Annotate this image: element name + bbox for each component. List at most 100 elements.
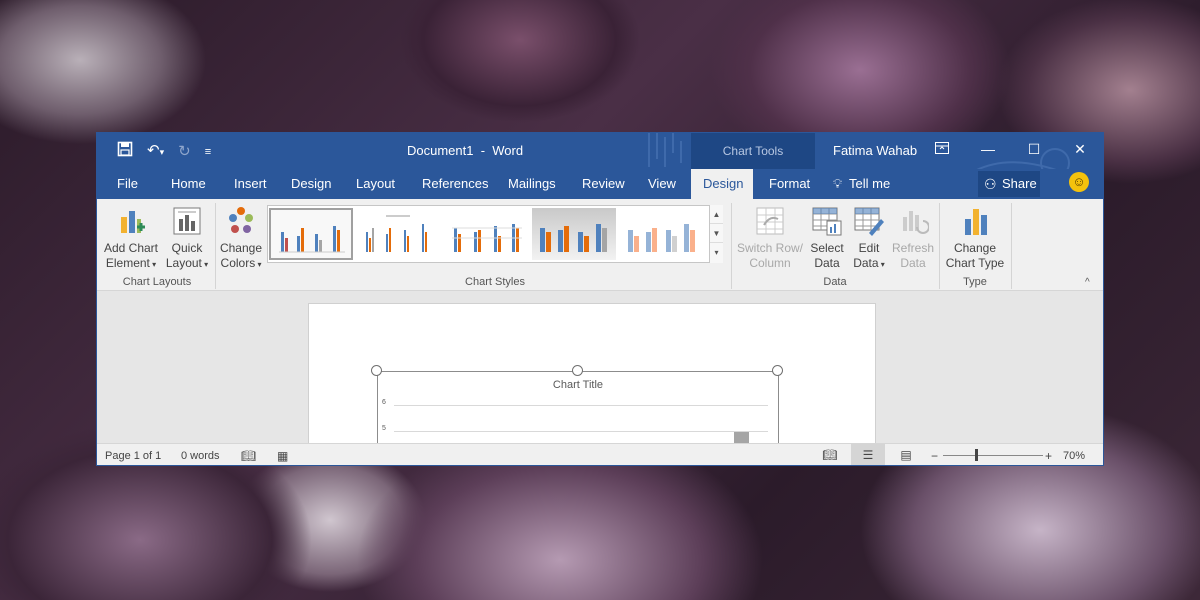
separator (731, 203, 732, 289)
feedback-smiley-icon[interactable]: ☺ (1069, 172, 1089, 192)
gridline (394, 405, 768, 406)
quick-access-toolbar: ↶▾ ↻ ≡ (117, 141, 211, 162)
type-group-label: Type (963, 276, 987, 288)
change-chart-type-line2: Chart Type (945, 256, 1005, 270)
edit-data-button[interactable]: Edit Data ▾ (849, 205, 889, 272)
add-chart-element-button[interactable]: Add Chart Element ▾ (101, 205, 161, 272)
switch-row-column-button[interactable]: Switch Row/ Column (735, 205, 805, 271)
tell-me-label: Tell me (849, 176, 891, 191)
share-button[interactable]: ⚇ Share (978, 171, 1040, 197)
collapse-ribbon-icon[interactable]: ^ (1085, 277, 1090, 288)
gallery-scroller: ▲ ▼ ▾ (709, 205, 723, 263)
chart-style-1[interactable] (269, 208, 353, 260)
tab-view[interactable]: View (636, 169, 688, 199)
gridline (394, 431, 768, 432)
tab-insert[interactable]: Insert (222, 169, 279, 199)
tab-format[interactable]: Format (757, 169, 822, 199)
user-name[interactable]: Fatima Wahab (833, 143, 917, 158)
quick-layout-line2: Layout (165, 256, 202, 270)
edit-data-line2: Data (853, 256, 879, 270)
resize-handle[interactable] (772, 365, 783, 376)
title-bar: ↶▾ ↻ ≡ Document1 - Word Chart Tools Fati… (97, 133, 1103, 197)
read-mode-icon[interactable]: 📖︎ (813, 444, 847, 465)
tab-review[interactable]: Review (570, 169, 637, 199)
ribbon-design: Add Chart Element ▾ Quick Layout ▾ Chart… (97, 199, 1103, 291)
macro-icon[interactable]: ▦ (277, 449, 288, 463)
save-icon[interactable] (117, 141, 133, 162)
zoom-slider[interactable] (943, 455, 1043, 456)
undo-icon[interactable]: ↶▾ (147, 142, 164, 161)
document-area: Chart Title 6 5 (97, 291, 1103, 443)
change-chart-type-icon (965, 209, 987, 235)
zoom-slider-thumb[interactable] (975, 449, 978, 461)
gallery-scroll-down-icon[interactable]: ▼ (710, 224, 723, 243)
redo-icon[interactable]: ↻ (178, 143, 191, 161)
select-data-line2: Data (814, 256, 840, 270)
word-count[interactable]: 0 words (181, 449, 220, 463)
resize-handle[interactable] (371, 365, 382, 376)
edit-data-icon (854, 207, 884, 236)
separator (939, 203, 940, 289)
page-count[interactable]: Page 1 of 1 (105, 449, 161, 463)
switch-row-column-icon (756, 207, 784, 235)
chart-styles-group-label: Chart Styles (465, 276, 525, 288)
change-colors-button[interactable]: Change Colors ▾ (219, 205, 263, 272)
resize-handle[interactable] (572, 365, 583, 376)
select-data-icon (812, 207, 842, 236)
tab-home[interactable]: Home (159, 169, 218, 199)
ribbon-display-options-icon[interactable] (919, 133, 965, 165)
tab-file[interactable]: File (105, 169, 150, 199)
chart-tools-label: Chart Tools (691, 133, 815, 169)
change-chart-type-line1: Change (953, 241, 997, 255)
add-chart-element-line2: Element (105, 256, 150, 270)
close-icon[interactable]: ✕ (1057, 133, 1103, 165)
select-data-line1: Select (810, 241, 844, 255)
gallery-scroll-up-icon[interactable]: ▲ (710, 205, 723, 224)
y-tick-label: 6 (382, 399, 386, 406)
chart-style-4[interactable] (532, 208, 616, 260)
web-layout-icon[interactable]: ▤ (889, 444, 923, 465)
document-page[interactable]: Chart Title 6 5 (308, 303, 876, 443)
select-data-button[interactable]: Select Data (807, 205, 847, 271)
separator (1011, 203, 1012, 289)
add-chart-element-icon (121, 211, 145, 233)
tab-chart-design[interactable]: Design (691, 169, 753, 199)
proofing-icon[interactable]: 📖︎ (241, 449, 256, 463)
zoom-in-icon[interactable]: + (1045, 449, 1052, 463)
minimize-icon[interactable]: — (965, 133, 1011, 165)
edit-data-line1: Edit (858, 241, 880, 255)
tab-design[interactable]: Design (279, 169, 343, 199)
chart-style-5[interactable] (620, 208, 704, 260)
quick-layout-button[interactable]: Quick Layout ▾ (165, 205, 209, 272)
chart-object[interactable]: Chart Title 6 5 (377, 371, 779, 443)
change-colors-icon (229, 207, 253, 233)
word-window: ↶▾ ↻ ≡ Document1 - Word Chart Tools Fati… (96, 132, 1104, 466)
chart-bar[interactable] (734, 432, 749, 443)
tell-me-search[interactable]: 💡︎ Tell me (823, 169, 902, 199)
share-label: Share (1002, 176, 1037, 191)
status-bar: Page 1 of 1 0 words 📖︎ ▦ 📖︎ ☰ ▤ − + 70% (97, 443, 1103, 465)
customize-qat-icon[interactable]: ≡ (205, 143, 211, 161)
change-colors-line1: Change (219, 241, 263, 255)
quick-layout-icon (173, 207, 201, 235)
refresh-data-button[interactable]: Refresh Data (891, 205, 935, 271)
gallery-more-icon[interactable]: ▾ (710, 243, 723, 262)
print-layout-icon[interactable]: ☰ (851, 444, 885, 465)
change-chart-type-button[interactable]: Change Chart Type (943, 205, 1007, 271)
zoom-out-icon[interactable]: − (931, 449, 938, 463)
tab-layout[interactable]: Layout (344, 169, 407, 199)
maximize-icon[interactable]: ☐ (1011, 133, 1057, 165)
zoom-level[interactable]: 70% (1063, 449, 1085, 463)
quick-layout-line1: Quick (171, 241, 203, 255)
lightbulb-icon: 💡︎ (833, 176, 843, 191)
ribbon-tabs: File Home Insert Design Layout Reference… (97, 169, 1103, 199)
switch-row-column-line1: Switch Row/ (736, 241, 804, 255)
chart-styles-gallery[interactable] (267, 205, 723, 263)
refresh-data-line1: Refresh (891, 241, 935, 255)
chart-style-2[interactable] (356, 208, 440, 260)
tab-mailings[interactable]: Mailings (496, 169, 568, 199)
chart-style-3[interactable] (444, 208, 528, 260)
y-tick-label: 5 (382, 425, 386, 432)
tab-references[interactable]: References (410, 169, 500, 199)
chart-title[interactable]: Chart Title (378, 379, 778, 391)
